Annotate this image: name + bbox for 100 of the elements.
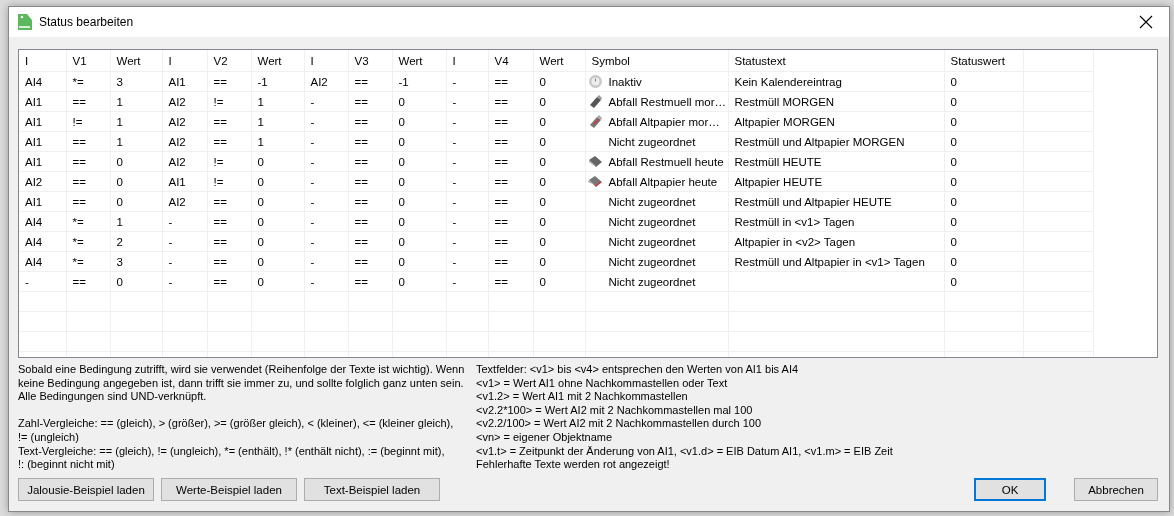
help-text: Text-Vergleiche: == (gleich), != (ungleich), *= (enthält), !* (enthält nicht), := (beginnt mit), <box>18 444 446 459</box>
table-cell: AI4 <box>25 255 43 268</box>
table-cell: - <box>310 215 315 228</box>
table-cell: 0 <box>950 275 957 288</box>
status-text: Restmüll MORGEN <box>734 95 835 108</box>
table-cell: == <box>494 155 508 168</box>
table-cell: == <box>354 235 368 248</box>
table-cell: 0 <box>539 275 546 288</box>
table-cell: == <box>494 255 508 268</box>
table-cell: == <box>494 195 508 208</box>
status-text: Restmüll in <v1> Tagen <box>734 215 855 228</box>
table-cell: == <box>494 115 508 128</box>
table-cell: 0 <box>539 215 546 228</box>
table-cell: AI2 <box>168 155 186 168</box>
table-cell: == <box>354 155 368 168</box>
status-text: Restmüll und Altpapier in <v1> Tagen <box>734 255 925 268</box>
table-cell: 0 <box>398 215 405 228</box>
load-example-button[interactable]: Werte-Beispiel laden <box>161 478 297 501</box>
table-cell: 0 <box>398 275 405 288</box>
table-cell: AI1 <box>168 175 186 188</box>
ok-button[interactable]: OK <box>974 478 1046 501</box>
table-cell: == <box>213 115 227 128</box>
table-cell: 0 <box>539 95 546 108</box>
table-cell: - <box>452 75 457 88</box>
table-cell: - <box>168 235 173 248</box>
table-cell: == <box>213 215 227 228</box>
symbol-label: Nicht zugeordnet <box>608 255 696 268</box>
table-cell: - <box>168 255 173 268</box>
table-cell: == <box>72 175 86 188</box>
status-text: Altpapier HEUTE <box>734 175 823 188</box>
symbol-label: Nicht zugeordnet <box>608 135 696 148</box>
table-cell: AI2 <box>310 75 328 88</box>
window-title: Status bearbeiten <box>39 15 135 29</box>
help-text: <v1.2> = Wert AI1 mit 2 Nachkommastellen <box>476 390 689 404</box>
column-header[interactable]: Symbol <box>591 54 630 67</box>
table-cell: 0 <box>257 195 264 208</box>
table-cell: - <box>310 275 315 288</box>
table-cell: == <box>494 75 508 88</box>
load-example-button[interactable]: Text-Beispiel laden <box>304 478 440 501</box>
table-cell: 0 <box>950 135 957 148</box>
symbol-label: Nicht zugeordnet <box>608 195 696 208</box>
table-cell: == <box>354 75 368 88</box>
column-header[interactable]: I <box>452 54 456 67</box>
table-cell: - <box>452 115 457 128</box>
table-cell: != <box>213 95 224 108</box>
column-header[interactable]: I <box>25 54 29 67</box>
help-text: Sobald eine Bedingung zutrifft, wird sie verwendet (Reihenfolge der Texte ist wichtig). Wenn <box>18 363 466 377</box>
close-icon[interactable] <box>1139 15 1153 29</box>
table-cell: == <box>213 255 227 268</box>
status-text: Restmüll HEUTE <box>734 155 822 168</box>
table-cell: == <box>213 195 227 208</box>
table-cell: - <box>452 215 457 228</box>
table-cell: 1 <box>116 135 123 148</box>
table-cell: 0 <box>398 115 405 128</box>
tilted-box-icon <box>587 174 603 189</box>
column-header[interactable]: I <box>310 54 314 67</box>
table-cell: 0 <box>539 75 546 88</box>
table-cell: AI2 <box>168 195 186 208</box>
table-cell: 0 <box>257 155 264 168</box>
table-cell: == <box>354 175 368 188</box>
table-cell: 0 <box>398 255 405 268</box>
column-header[interactable]: Statustext <box>734 54 786 67</box>
symbol-label: Inaktiv <box>608 75 642 88</box>
table-cell: 0 <box>539 135 546 148</box>
column-header[interactable]: I <box>168 54 172 67</box>
table-cell: 0 <box>539 195 546 208</box>
table-cell: - <box>168 275 173 288</box>
table-cell: 0 <box>116 175 123 188</box>
cancel-button[interactable]: Abbrechen <box>1074 478 1158 501</box>
table-cell: == <box>354 135 368 148</box>
table-cell: == <box>213 75 227 88</box>
table-cell: - <box>310 175 315 188</box>
symbol-label: Abfall Restmuell heute <box>608 155 724 168</box>
table-cell: AI1 <box>25 155 43 168</box>
table-cell: 0 <box>539 235 546 248</box>
column-header[interactable]: V4 <box>494 54 509 67</box>
table-cell: AI2 <box>168 115 186 128</box>
help-text: !: (beginnt nicht mit) <box>18 458 116 472</box>
table-cell: 0 <box>257 175 264 188</box>
help-text: keine Bedingung angegeben ist, dann trifft sie immer zu, und sollte folglich ganz unten sein. <box>18 376 465 391</box>
table-cell: 0 <box>950 155 957 168</box>
table-cell: 0 <box>950 215 957 228</box>
table-cell: 1 <box>257 135 264 148</box>
table-cell: - <box>310 255 315 268</box>
symbol-label: Nicht zugeordnet <box>608 275 696 288</box>
table-cell: != <box>213 155 224 168</box>
help-text: Zahl-Vergleiche: == (gleich), > (größer), >= (größer gleich), < (kleiner), <= (kleiner gleich), <box>18 417 455 431</box>
tilted-box-icon <box>587 154 603 169</box>
table-cell: AI1 <box>168 75 186 88</box>
table-cell: == <box>72 155 86 168</box>
load-example-button[interactable]: Jalousie-Beispiel laden <box>18 478 154 501</box>
table-cell: == <box>72 275 86 288</box>
table-cell: 0 <box>398 155 405 168</box>
table-cell: *= <box>72 235 84 248</box>
table-cell: - <box>310 195 315 208</box>
table-cell: AI4 <box>25 235 43 248</box>
table-cell: 0 <box>539 175 546 188</box>
table-cell: == <box>213 275 227 288</box>
table-cell: 2 <box>116 235 123 248</box>
table-cell: - <box>452 175 457 188</box>
